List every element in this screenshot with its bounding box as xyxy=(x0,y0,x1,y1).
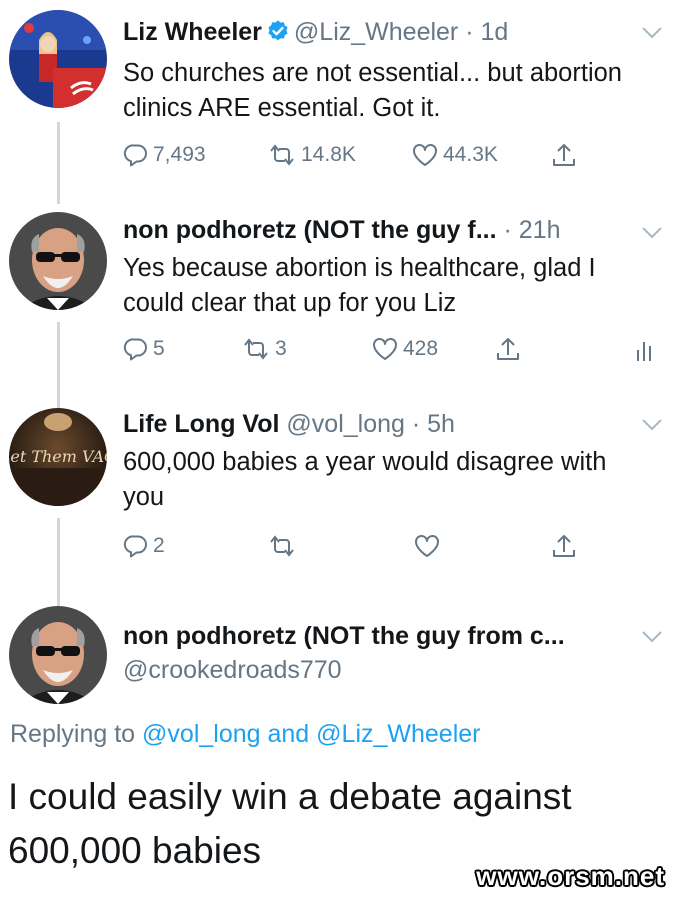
retweet-button[interactable]: 3 xyxy=(241,336,287,362)
chevron-down-icon[interactable] xyxy=(641,26,663,45)
retweet-icon xyxy=(267,533,297,559)
like-button[interactable]: 428 xyxy=(371,336,438,362)
verified-badge-icon xyxy=(266,19,290,50)
watermark: www.orsm.net xyxy=(476,861,665,891)
tweet-text: 600,000 babies a year would disagree wit… xyxy=(123,448,607,511)
user-handle[interactable]: @vol_long xyxy=(286,410,405,438)
reply-count: 2 xyxy=(153,534,165,557)
tweet-actions: 5 3 428 xyxy=(123,336,658,366)
share-icon xyxy=(551,142,577,170)
reply-count: 5 xyxy=(153,337,165,360)
share-button[interactable] xyxy=(551,533,577,561)
heart-icon xyxy=(371,336,399,362)
retweet-button[interactable] xyxy=(267,533,297,559)
display-name[interactable]: non podhoretz (NOT the guy f... xyxy=(123,216,497,244)
avatar-life-long-vol[interactable]: Let Them VAC xyxy=(9,408,107,506)
replying-to-line: Replying to @vol_long and @Liz_Wheeler xyxy=(10,720,481,748)
thread-connector xyxy=(57,122,60,204)
display-name[interactable]: Liz Wheeler xyxy=(123,18,262,46)
retweet-count: 14.8K xyxy=(301,143,356,166)
user-handle-line: @crookedroads770 xyxy=(123,656,342,685)
heart-icon xyxy=(411,142,439,168)
retweet-button[interactable]: 14.8K xyxy=(267,142,356,168)
tweet-text: So churches are not essential... but abo… xyxy=(123,59,622,122)
thread-connector xyxy=(57,518,60,606)
share-button[interactable] xyxy=(551,142,577,170)
chevron-down-icon[interactable] xyxy=(641,418,663,437)
mention-link[interactable]: @Liz_Wheeler xyxy=(316,720,480,748)
heart-icon xyxy=(413,533,441,559)
avatar-non-podhoretz[interactable] xyxy=(9,212,107,310)
retweet-icon xyxy=(267,142,297,168)
tweet-timestamp[interactable]: 1d xyxy=(480,18,508,46)
like-button[interactable]: 44.3K xyxy=(411,142,498,168)
tweet-header: Liz Wheeler @Liz_Wheeler · 1d xyxy=(123,18,508,50)
display-name[interactable]: non podhoretz (NOT the guy from c... xyxy=(123,622,565,650)
chevron-down-icon[interactable] xyxy=(641,226,663,245)
tweet-text: Yes because abortion is healthcare, glad… xyxy=(123,254,596,317)
user-handle[interactable]: @crookedroads770 xyxy=(123,656,342,684)
share-icon xyxy=(551,533,577,561)
analytics-icon xyxy=(635,336,657,364)
tweet-actions: 2 xyxy=(123,533,658,563)
reply-icon xyxy=(123,533,149,559)
reply-button[interactable]: 5 xyxy=(123,336,165,362)
user-handle[interactable]: @Liz_Wheeler xyxy=(294,18,458,46)
avatar-lettering: Let Them VAC xyxy=(9,447,107,466)
chevron-down-icon[interactable] xyxy=(641,630,663,649)
retweet-count: 3 xyxy=(275,337,287,360)
retweet-icon xyxy=(241,336,271,362)
analytics-button[interactable] xyxy=(635,336,657,364)
reply-icon xyxy=(123,336,149,362)
avatar-non-podhoretz[interactable] xyxy=(9,606,107,704)
like-count: 428 xyxy=(403,337,439,360)
reply-button[interactable]: 7,493 xyxy=(123,142,206,168)
tweet-header: non podhoretz (NOT the guy f... · 21h xyxy=(123,216,561,244)
like-button[interactable] xyxy=(413,533,441,559)
tweet-header: Life Long Vol @vol_long · 5h xyxy=(123,410,455,438)
tweet-timestamp[interactable]: 5h xyxy=(427,410,455,438)
mention-link[interactable]: @vol_long xyxy=(142,720,261,748)
share-icon xyxy=(495,336,521,364)
tweet-timestamp[interactable]: 21h xyxy=(519,216,561,244)
display-name[interactable]: Life Long Vol xyxy=(123,410,279,438)
reply-count: 7,493 xyxy=(153,143,206,166)
share-button[interactable] xyxy=(495,336,521,364)
tweet-header: non podhoretz (NOT the guy from c... xyxy=(123,622,565,651)
avatar-liz-wheeler[interactable] xyxy=(9,10,107,108)
reply-icon xyxy=(123,142,149,168)
like-count: 44.3K xyxy=(443,143,498,166)
thread-connector xyxy=(57,322,60,410)
reply-button[interactable]: 2 xyxy=(123,533,165,559)
tweet-actions: 7,493 14.8K 44.3K xyxy=(123,142,658,172)
